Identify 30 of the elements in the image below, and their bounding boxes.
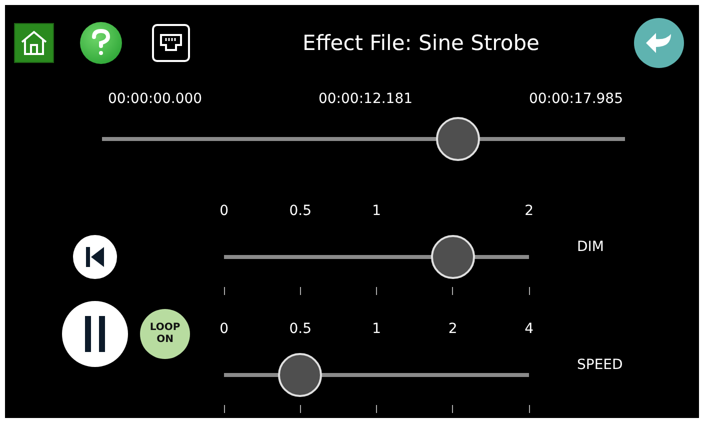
scale-label: 2	[448, 321, 458, 339]
scale-label: 0.5	[289, 203, 312, 221]
window-title: Effect File: Sine Strobe	[302, 31, 540, 55]
scale-label: 1	[372, 203, 382, 221]
skip-back-icon	[84, 245, 106, 269]
slider-thumb[interactable]	[430, 235, 475, 279]
home-button[interactable]	[14, 23, 54, 63]
loop-button[interactable]: LOOP ON	[140, 309, 190, 359]
slider-thumb[interactable]	[436, 117, 480, 161]
house-icon	[20, 30, 48, 56]
scale-label: 0.5	[289, 321, 312, 339]
scale-label: 0	[220, 321, 229, 339]
scale-label: 1	[372, 321, 382, 339]
scale-label: 2	[524, 203, 534, 221]
scale-label: 0	[220, 203, 229, 221]
ethernet-port-icon	[159, 33, 183, 53]
slider-thumb[interactable]	[278, 353, 322, 397]
return-arrow-icon	[644, 31, 674, 55]
skip-back-button[interactable]	[73, 235, 117, 279]
end-time: 00:00:17.985	[528, 91, 623, 107]
question-icon	[91, 29, 111, 57]
slider-label: SPEED	[577, 357, 623, 375]
pause-icon	[84, 316, 106, 352]
slider-label: DIM	[577, 239, 604, 257]
current-time: 00:00:12.181	[318, 91, 413, 107]
back-button[interactable]	[634, 18, 684, 68]
help-button[interactable]	[80, 22, 122, 64]
network-button[interactable]	[152, 24, 190, 62]
scale-label: 4	[524, 321, 534, 339]
start-time: 00:00:00.000	[108, 91, 202, 107]
